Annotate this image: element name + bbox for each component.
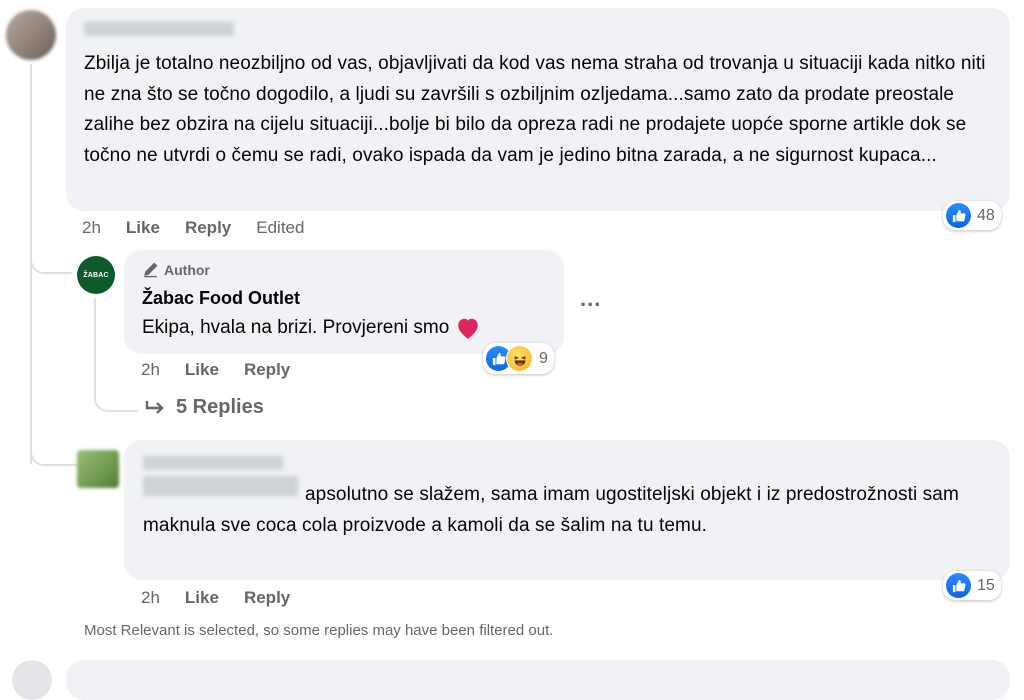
comment-text: apsolutno se slažem, sama imam ugostitel… [143,484,959,536]
comment-reactions[interactable]: 48 [943,201,1001,230]
edited-label: Edited [256,218,305,237]
author-badge-label: Author [164,261,210,278]
like-button[interactable]: Like [126,218,160,238]
page-avatar-logo: ŽABAC [83,271,109,279]
reply-bubble: Author Žabac Food Outlet Ekipa, hvala na… [124,250,564,354]
next-comment-bubble [66,660,1010,700]
reply-arrow-icon [145,400,164,414]
reaction-count: 15 [977,576,995,594]
comment-actions: 2h Like Reply [141,588,315,608]
more-options-icon[interactable]: ... [580,286,601,312]
comment-time[interactable]: 2h [82,218,101,238]
commenter-avatar[interactable] [77,450,119,488]
reply-actions: 2h Like Reply [141,360,315,380]
like-reaction-icon [946,203,971,228]
comment-bubble: apsolutno se slažem, sama imam ugostitel… [124,440,1010,580]
reaction-count: 48 [977,206,995,224]
filter-note: Most Relevant is selected, so some repli… [84,622,554,639]
author-badge: Author [142,261,210,278]
like-button[interactable]: Like [185,588,219,608]
like-button[interactable]: Like [185,360,219,380]
reply-text: Ekipa, hvala na brizi. Provjereni smo [142,317,450,338]
view-replies-link[interactable]: 5 Replies [145,396,264,419]
reply-button[interactable]: Reply [244,588,290,608]
reply-button[interactable]: Reply [244,360,290,380]
reply-reactions[interactable]: 9 [483,343,554,374]
next-commenter-avatar[interactable] [12,660,52,700]
comment-actions: 2h Like Reply Edited [82,218,329,238]
comment-text: Zbilja je totalno neozbiljno od vas, obj… [84,53,986,166]
reply-author-name[interactable]: Žabac Food Outlet [142,288,300,309]
pencil-icon [144,262,158,278]
page-avatar[interactable]: ŽABAC [77,256,115,294]
reply-time[interactable]: 2h [141,360,160,380]
commenter-avatar[interactable] [6,10,56,60]
comment-bubble: Zbilja je totalno neozbiljno od vas, obj… [66,8,1010,211]
view-replies-label[interactable]: 5 Replies [176,396,264,419]
comment-reactions[interactable]: 15 [943,571,1001,600]
red-heart-icon [458,318,479,339]
thread-curve-comment2 [30,434,78,466]
thread-curve-reply1 [30,250,72,274]
reaction-count: 9 [539,349,548,367]
like-reaction-icon [946,573,971,598]
haha-reaction-icon [506,345,533,372]
reply-text-row: Ekipa, hvala na brizi. Provjereni smo [142,316,481,340]
comment-time[interactable]: 2h [141,588,160,608]
reply-button[interactable]: Reply [185,218,231,238]
commenter-name-redacted[interactable] [84,22,234,36]
commenter-name-redacted[interactable] [143,456,283,470]
